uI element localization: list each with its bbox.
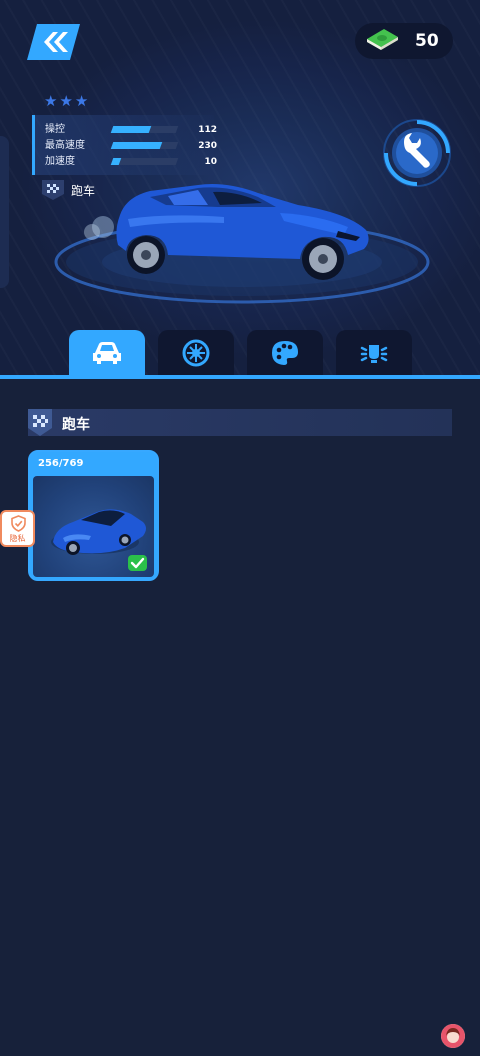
selected-check-icon [128,555,147,571]
tab-body[interactable] [69,330,145,376]
stat-top-speed: 最高速度 230 [45,139,217,153]
stat-fill [110,142,163,149]
checkered-flag-icon [42,180,64,200]
currency-amount: 50 [415,31,439,51]
tab-wheels[interactable] [158,330,234,376]
car-stats-panel: 操控 112 最高速度 230 加速度 10 [32,115,217,175]
customization-tabs [0,330,480,378]
privacy-button[interactable]: 隐私 [0,510,35,547]
car-body-icon [93,342,121,364]
stat-value: 112 [198,125,217,135]
stat-handling: 操控 112 [45,123,217,137]
tab-lights[interactable] [336,330,412,376]
cash-stack-icon [367,29,398,50]
upgrade-button[interactable] [382,118,452,188]
headlight-icon [360,345,388,363]
back-button[interactable] [27,24,80,60]
section-title: 跑车 [62,417,90,433]
tab-paint[interactable] [247,330,323,376]
stat-fill [110,126,151,133]
privacy-label: 隐私 [9,534,26,543]
side-drawer-handle[interactable] [0,136,9,288]
card-header: 256/769 [30,452,157,476]
stat-label: 最高速度 [45,140,85,151]
stat-value: 230 [198,141,217,151]
star-icon: ★ [44,92,58,110]
car-display [54,184,430,304]
stat-bar [110,142,179,149]
stat-acceleration: 加速度 10 [45,155,217,169]
avatar-icon [441,1024,465,1048]
stat-value: 10 [204,157,217,167]
star-icon: ★ [74,92,89,110]
car-type-label: 跑车 [71,184,96,198]
car-rating: ★ ★ ★ [44,94,88,109]
stat-bar [110,126,179,133]
stat-fill [110,158,122,165]
stat-label: 加速度 [45,156,75,167]
currency-counter: 50 [355,23,453,59]
star-icon: ★ [59,92,73,110]
shield-check-icon [11,515,26,532]
avatar[interactable] [441,1024,465,1048]
stat-label: 操控 [45,124,65,135]
section-header: 跑车 [28,409,452,436]
card-count: 256/769 [38,458,84,469]
checkered-flag-icon [28,409,52,436]
paint-palette-icon [272,341,298,365]
wheel-icon [182,339,210,367]
tab-divider [0,375,480,379]
stat-bar [110,158,179,165]
